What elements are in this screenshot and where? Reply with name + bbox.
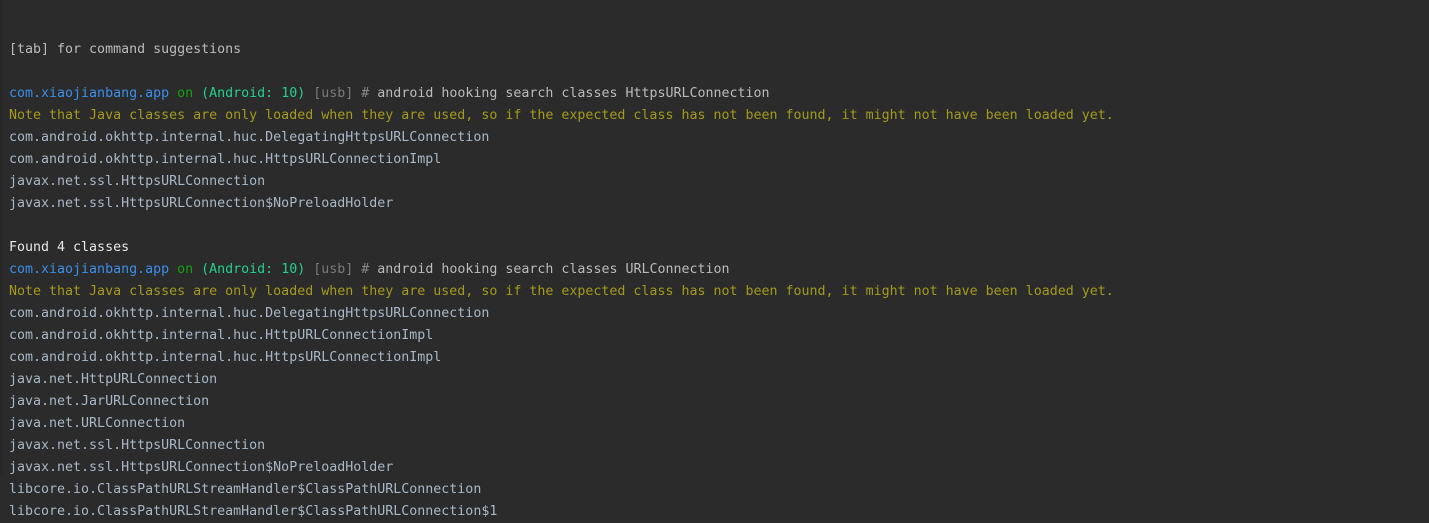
prompt-package: com.xiaojianbang.app [9, 262, 170, 277]
result-line: com.android.okhttp.internal.huc.HttpsURL… [9, 152, 442, 167]
prompt-hash: # [353, 262, 378, 277]
prompt-on: on [169, 262, 202, 277]
command-text: android hooking search classes HttpsURLC… [377, 86, 770, 101]
result-line: com.android.okhttp.internal.huc.HttpsURL… [9, 350, 442, 365]
prompt-device: (Android: 10) [201, 262, 306, 277]
result-line: java.net.HttpURLConnection [9, 372, 218, 387]
summary-line: Found 4 classes [9, 240, 130, 255]
result-line: javax.net.ssl.HttpsURLConnection$NoPrelo… [9, 196, 394, 211]
prompt-device: (Android: 10) [201, 86, 306, 101]
result-line: libcore.io.ClassPathURLStreamHandler$Cla… [9, 482, 482, 497]
result-line: com.android.okhttp.internal.huc.HttpURLC… [9, 328, 434, 343]
hint-line: [tab] for command suggestions [9, 42, 242, 57]
prompt-on: on [169, 86, 202, 101]
prompt-hash: # [353, 86, 378, 101]
result-line: java.net.URLConnection [9, 416, 186, 431]
terminal-gutter [0, 0, 3, 475]
terminal-output[interactable]: [tab] for command suggestions com.xiaoji… [9, 0, 1114, 523]
command-text: android hooking search classes URLConnec… [377, 262, 730, 277]
prompt-line: com.xiaojianbang.app on (Android: 10) [u… [9, 83, 1114, 105]
result-line: javax.net.ssl.HttpsURLConnection$NoPrelo… [9, 460, 394, 475]
result-line: libcore.io.ClassPathURLStreamHandler$Cla… [9, 504, 498, 519]
result-line: javax.net.ssl.HttpsURLConnection [9, 438, 266, 453]
note-line: Note that Java classes are only loaded w… [9, 108, 1114, 123]
result-line: com.android.okhttp.internal.huc.Delegati… [9, 306, 490, 321]
prompt-package: com.xiaojianbang.app [9, 86, 170, 101]
prompt-transport: [usb] [305, 262, 354, 277]
result-line: java.net.JarURLConnection [9, 394, 210, 409]
result-line: javax.net.ssl.HttpsURLConnection [9, 174, 266, 189]
prompt-transport: [usb] [305, 86, 354, 101]
result-line: com.android.okhttp.internal.huc.Delegati… [9, 130, 490, 145]
note-line: Note that Java classes are only loaded w… [9, 284, 1114, 299]
prompt-line: com.xiaojianbang.app on (Android: 10) [u… [9, 259, 1114, 281]
